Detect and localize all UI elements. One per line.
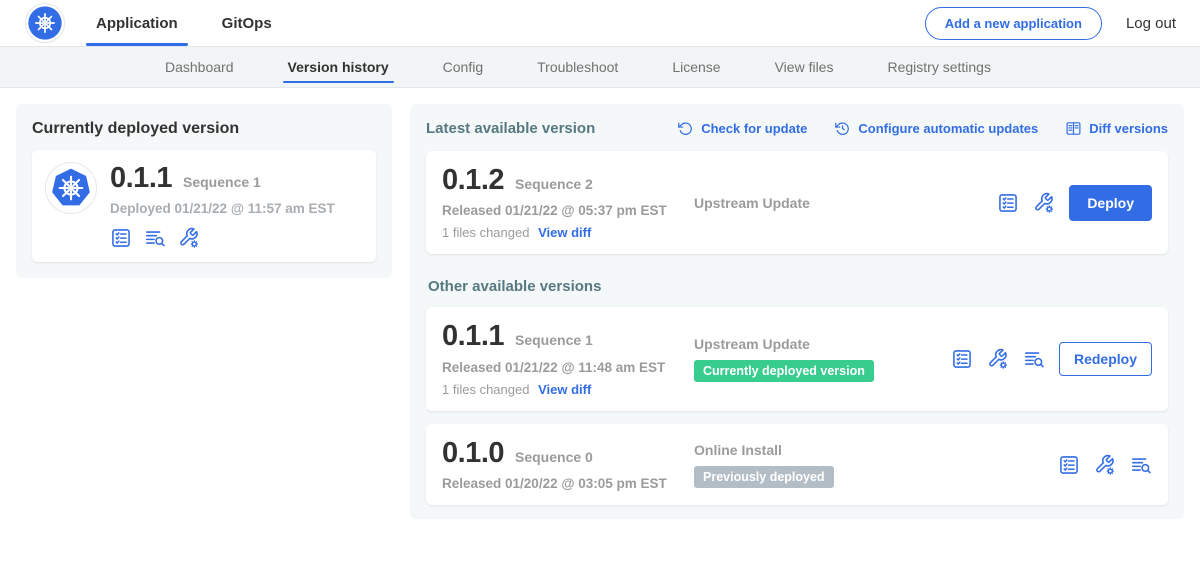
deployed-icon-row (110, 227, 335, 249)
diff-versions-link[interactable]: Diff versions (1065, 120, 1168, 137)
action-label: Diff versions (1089, 121, 1168, 136)
add-application-button[interactable]: Add a new application (925, 7, 1102, 40)
configure-automatic-updates-link[interactable]: Configure automatic updates (834, 120, 1038, 137)
version-row: 0.1.1 Sequence 1 Released 01/21/22 @ 11:… (426, 307, 1168, 410)
version-info-column: 0.1.2 Sequence 2 Released 01/21/22 @ 05:… (442, 165, 694, 240)
check-for-update-link[interactable]: Check for update (677, 120, 807, 137)
action-label: Configure automatic updates (858, 121, 1038, 136)
logout-button[interactable]: Log out (1126, 15, 1176, 32)
latest-version-title: Latest available version (426, 120, 595, 137)
subnav-tab-version-history[interactable]: Version history (288, 47, 389, 87)
deployed-date: Deployed 01/21/22 @ 11:57 am EST (110, 201, 335, 216)
currently-deployed-panel: Currently deployed version 0.1.1 Sequenc… (16, 104, 392, 278)
version-source-column: Upstream Update (694, 195, 997, 211)
released-date: Released 01/20/22 @ 03:05 pm EST (442, 476, 694, 491)
latest-version-list: 0.1.2 Sequence 2 Released 01/21/22 @ 05:… (426, 151, 1168, 254)
other-versions-title: Other available versions (428, 278, 1168, 295)
files-changed-line: 1 files changed View diff (442, 225, 694, 240)
preflight-checklist-icon[interactable] (110, 227, 132, 249)
latest-version-header: Latest available version Check for updat… (426, 120, 1168, 137)
diff-icon (1065, 120, 1082, 137)
config-wrench-icon[interactable] (987, 348, 1009, 370)
kubernetes-logo-icon (26, 4, 64, 42)
files-changed-count: 1 files changed (442, 225, 529, 240)
top-bar: ApplicationGitOps Add a new application … (0, 0, 1200, 46)
released-date: Released 01/21/22 @ 05:37 pm EST (442, 203, 694, 218)
subnav-tab-troubleshoot[interactable]: Troubleshoot (537, 47, 618, 87)
app-tab-gitops[interactable]: GitOps (220, 0, 274, 46)
config-wrench-icon[interactable] (178, 227, 200, 249)
action-label: Check for update (701, 121, 807, 136)
released-date: Released 01/21/22 @ 11:48 am EST (442, 360, 694, 375)
subnav-tab-license[interactable]: License (672, 47, 720, 87)
refresh-icon (677, 120, 694, 137)
preflight-checklist-icon[interactable] (997, 192, 1019, 214)
version-source: Online Install (694, 442, 1048, 458)
version-actions-column (1058, 454, 1152, 476)
other-version-list: 0.1.1 Sequence 1 Released 01/21/22 @ 11:… (426, 307, 1168, 505)
deployed-version-card: 0.1.1 Sequence 1 Deployed 01/21/22 @ 11:… (32, 150, 376, 262)
version-source: Upstream Update (694, 195, 987, 211)
subnav-tab-config[interactable]: Config (443, 47, 483, 87)
deploy-logs-icon[interactable] (1023, 348, 1045, 370)
app-tab-application[interactable]: Application (94, 0, 180, 46)
auto-update-icon (834, 120, 851, 137)
files-changed-count: 1 files changed (442, 382, 529, 397)
version-number: 0.1.1 (442, 321, 504, 351)
version-row: 0.1.0 Sequence 0 Released 01/20/22 @ 03:… (426, 424, 1168, 505)
version-source-column: Online Install Previously deployed (694, 442, 1058, 488)
version-actions: Check for update Configure automatic upda… (677, 120, 1168, 137)
redeploy-button[interactable]: Redeploy (1059, 342, 1152, 376)
status-badge: Previously deployed (694, 466, 834, 488)
preflight-checklist-icon[interactable] (1058, 454, 1080, 476)
version-actions-column: Redeploy (951, 342, 1152, 376)
status-badge: Currently deployed version (694, 360, 874, 382)
deploy-logs-icon[interactable] (144, 227, 166, 249)
main-content: Currently deployed version 0.1.1 Sequenc… (0, 88, 1200, 535)
deployed-sequence-label: Sequence 1 (183, 174, 261, 190)
view-diff-link[interactable]: View diff (538, 382, 591, 397)
view-diff-link[interactable]: View diff (538, 225, 591, 240)
version-number: 0.1.0 (442, 438, 504, 468)
subnav-tab-dashboard[interactable]: Dashboard (165, 47, 234, 87)
deploy-button[interactable]: Deploy (1069, 185, 1152, 221)
version-source: Upstream Update (694, 336, 941, 352)
app-tabs: Application GitOps (94, 0, 274, 46)
sequence-label: Sequence 1 (515, 332, 593, 348)
version-source-column: Upstream Update Currently deployed versi… (694, 336, 951, 382)
files-changed-line: 1 files changed View diff (442, 382, 694, 397)
version-info-column: 0.1.0 Sequence 0 Released 01/20/22 @ 03:… (442, 438, 694, 491)
sequence-label: Sequence 0 (515, 449, 593, 465)
version-history-panel: Latest available version Check for updat… (410, 104, 1184, 519)
version-number: 0.1.2 (442, 165, 504, 195)
kubernetes-app-icon (46, 163, 96, 213)
preflight-checklist-icon[interactable] (951, 348, 973, 370)
config-wrench-icon[interactable] (1094, 454, 1116, 476)
currently-deployed-title: Currently deployed version (32, 120, 376, 138)
config-wrench-icon[interactable] (1033, 192, 1055, 214)
sequence-label: Sequence 2 (515, 176, 593, 192)
deploy-logs-icon[interactable] (1130, 454, 1152, 476)
deployed-version-number: 0.1.1 (110, 163, 172, 193)
subnav-tab-view-files[interactable]: View files (775, 47, 834, 87)
subnav-tab-registry-settings[interactable]: Registry settings (887, 47, 990, 87)
version-row: 0.1.2 Sequence 2 Released 01/21/22 @ 05:… (426, 151, 1168, 254)
version-actions-column: Deploy (997, 185, 1152, 221)
version-info-column: 0.1.1 Sequence 1 Released 01/21/22 @ 11:… (442, 321, 694, 396)
app-subnav: Dashboard Version history Config Troublesho… (0, 46, 1200, 88)
